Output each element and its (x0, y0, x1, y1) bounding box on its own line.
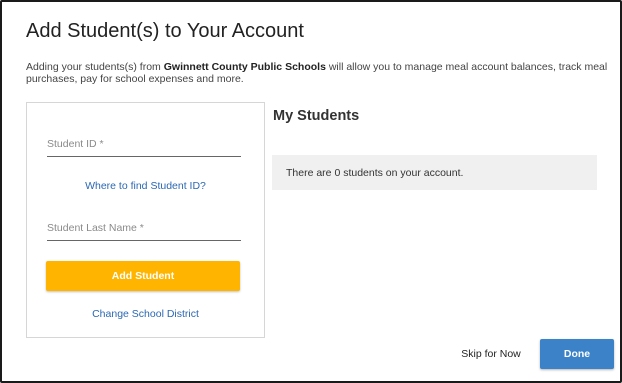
description-text-before: Adding your students(s) from (26, 61, 164, 73)
done-button[interactable]: Done (540, 339, 614, 369)
student-id-field[interactable] (47, 132, 241, 157)
dialog-title: Add Student(s) to Your Account (26, 20, 304, 42)
empty-state-message: There are 0 students on your account. (286, 167, 464, 179)
district-name: Gwinnett County Public Schools (163, 61, 326, 73)
add-student-dialog: Add Student(s) to Your Account Adding yo… (0, 0, 622, 383)
dialog-description: Adding your students(s) from Gwinnett Co… (26, 61, 616, 85)
student-id-input[interactable] (47, 132, 241, 156)
add-student-button[interactable]: Add Student (46, 261, 240, 291)
students-empty-state: There are 0 students on your account. (272, 155, 597, 190)
find-student-id-link[interactable]: Where to find Student ID? (27, 180, 264, 192)
skip-for-now-button[interactable]: Skip for Now (452, 339, 530, 369)
student-last-name-input[interactable] (47, 216, 241, 240)
my-students-heading: My Students (273, 108, 360, 124)
change-school-district-link[interactable]: Change School District (27, 308, 264, 320)
add-student-form: Where to find Student ID? Add Student Ch… (26, 102, 265, 338)
student-last-name-field[interactable] (47, 216, 241, 241)
